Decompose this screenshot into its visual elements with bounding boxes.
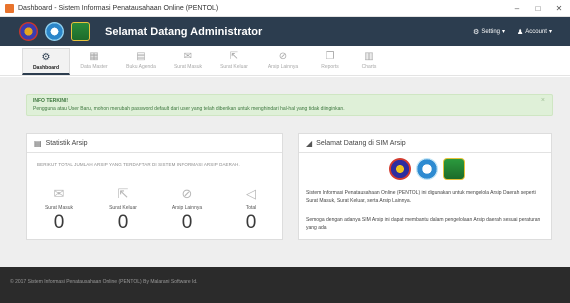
window-title: Dashboard - Sistem Informasi Penatausaha… (18, 4, 219, 12)
stat-surat-masuk: ✉ Surat Masuk 0 (39, 186, 79, 233)
stat-total: ◁ Total 0 (231, 186, 271, 233)
envelope-icon: ✉ (53, 186, 65, 201)
main-content: INFO TERKINI! Pengguna atau User Baru, m… (0, 77, 570, 267)
tab-label: Data Master (80, 64, 108, 70)
tab-surat-keluar[interactable]: ⇱ Surat Keluar (210, 48, 258, 75)
alert-title: INFO TERKINI! (33, 98, 68, 104)
panel-header: ▤ Statistik Arsip (27, 134, 282, 153)
info-alert: INFO TERKINI! Pengguna atau User Baru, m… (26, 94, 553, 116)
page-footer: © 2017 Sistem Informasi Penatausahaan On… (0, 267, 570, 303)
chart-icon: ▥ (364, 51, 374, 62)
setting-menu[interactable]: ⚙ Setting ▾ (473, 28, 505, 36)
account-menu[interactable]: ♟ Account ▾ (517, 28, 552, 36)
footer-copyright: © 2017 Sistem Informasi Penatausahaan On… (10, 279, 198, 285)
stat-value: 0 (117, 212, 129, 233)
welcome-brand: Selamat Datang Administrator (105, 25, 263, 38)
logo-group (19, 22, 97, 41)
close-window-button[interactable]: ✕ (548, 0, 570, 17)
statistik-note: BERIKUT TOTAL JUMLAH ARSIP YANG TERDAFTA… (37, 162, 240, 167)
tab-surat-masuk[interactable]: ✉ Surat Masuk (164, 48, 212, 75)
stat-label: Arsip Lainnya (171, 205, 203, 211)
tab-dashboard[interactable]: ⚙ Dashboard (22, 48, 70, 75)
table-icon: ▤ (34, 138, 42, 148)
tab-charts[interactable]: ▥ Charts (345, 48, 393, 75)
stat-label: Surat Keluar (109, 205, 137, 211)
welcome-panel: ◢ Selamat Datang di SIM Arsip Sistem Inf… (298, 133, 552, 240)
stat-label: Surat Masuk (44, 205, 74, 211)
tab-label: Buku Agenda (126, 64, 156, 70)
pentol-logo-icon (45, 22, 64, 41)
welcome-text-1: Sistem Informasi Penatausahaan Online (P… (306, 190, 536, 204)
bar-chart-icon: ◢ (306, 138, 313, 148)
paperclip-icon: ⊘ (181, 186, 193, 201)
alert-close-button[interactable]: × (541, 97, 545, 104)
stat-arsip-lainnya: ⊘ Arsip Lainnya 0 (167, 186, 207, 233)
window-titlebar: Dashboard - Sistem Informasi Penatausaha… (0, 0, 570, 17)
stat-label: Total (245, 205, 257, 211)
regional-crest-icon (71, 22, 90, 41)
paperclip-icon: ⊘ (278, 51, 288, 62)
panel-header: ◢ Selamat Datang di SIM Arsip (299, 134, 551, 153)
app-icon (5, 3, 14, 13)
stat-value: 0 (245, 212, 257, 233)
regional-crest-icon (443, 158, 465, 180)
statistik-panel: ▤ Statistik Arsip BERIKUT TOTAL JUMLAH A… (26, 133, 283, 240)
tab-arsip-lainnya[interactable]: ⊘ Arsip Lainnya (259, 48, 307, 75)
top-navbar: Selamat Datang Administrator ⚙ Setting ▾… (0, 17, 570, 46)
minimize-button[interactable]: – (506, 0, 528, 17)
tab-label: Surat Masuk (173, 64, 203, 70)
database-icon: ▦ (89, 51, 99, 62)
book-icon: ▤ (136, 51, 146, 62)
copy-icon: ❐ (325, 51, 335, 62)
tab-label: Surat Keluar (220, 64, 248, 70)
maximize-button[interactable]: □ (527, 0, 549, 17)
dashboard-icon: ⚙ (41, 52, 51, 63)
stat-surat-keluar: ⇱ Surat Keluar 0 (103, 186, 143, 233)
emblem-logo-icon (19, 22, 38, 41)
tab-label: Reports (321, 64, 339, 70)
panel-title: Selamat Datang di SIM Arsip (316, 139, 406, 147)
emblem-group (389, 158, 465, 180)
panel-title: Statistik Arsip (45, 139, 88, 147)
caret-down-icon: ▾ (548, 29, 552, 35)
bullhorn-icon: ◁ (246, 186, 256, 201)
module-tabbar: ⚙ Dashboard ▦ Data Master ▤ Buku Agenda … (0, 46, 570, 76)
user-icon: ♟ (517, 28, 524, 36)
pentol-logo-icon (416, 158, 438, 180)
caret-down-icon: ▾ (502, 29, 506, 35)
tab-label: Charts (361, 64, 377, 70)
share-icon: ⇱ (117, 186, 129, 201)
export-icon: ⇱ (229, 51, 239, 62)
stat-value: 0 (53, 212, 65, 233)
welcome-text-2: Semoga dengan adanya SIM Arsip ini dapat… (306, 217, 541, 231)
stat-value: 0 (181, 212, 193, 233)
tab-label: Arsip Lainnya (267, 64, 299, 70)
tab-data-master[interactable]: ▦ Data Master (70, 48, 118, 75)
navbar-menu: ⚙ Setting ▾ ♟ Account ▾ (473, 17, 552, 46)
tab-label: Dashboard (32, 65, 60, 71)
setting-label: Setting (481, 28, 500, 35)
tab-buku-agenda[interactable]: ▤ Buku Agenda (117, 48, 165, 75)
account-label: Account (525, 28, 547, 35)
statistik-counters: ✉ Surat Masuk 0 ⇱ Surat Keluar 0 ⊘ Arsip… (27, 186, 284, 238)
gear-icon: ⚙ (473, 28, 480, 36)
mail-icon: ✉ (183, 51, 193, 62)
national-emblem-icon (389, 158, 411, 180)
alert-message: Pengguna atau User Baru, mohon merubah p… (33, 106, 345, 112)
